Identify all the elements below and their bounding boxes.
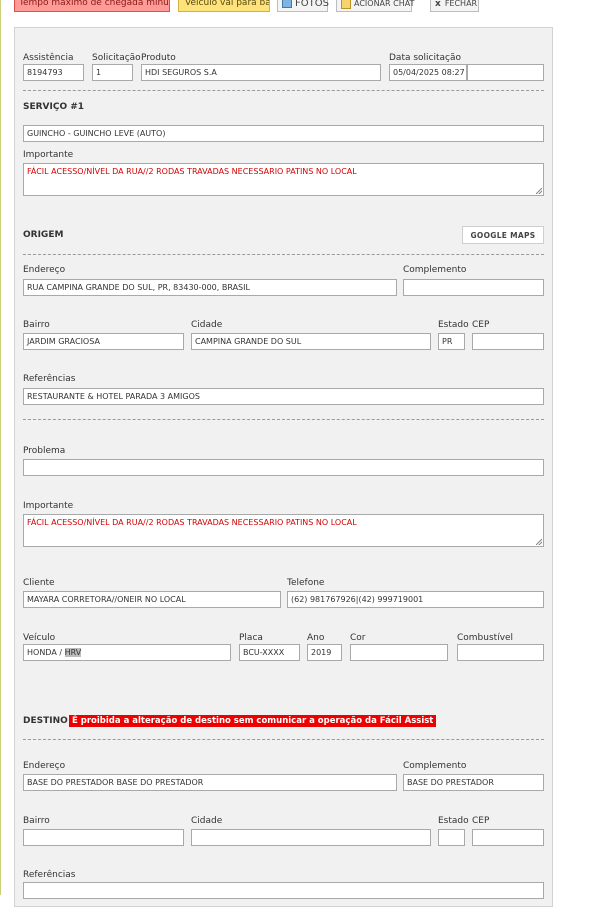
hora-field[interactable]	[467, 64, 544, 81]
problema-field[interactable]	[23, 459, 544, 476]
destino-cidade-label: Cidade	[191, 816, 223, 826]
acionar-chat-button[interactable]: ACIONAR CHAT	[336, 0, 415, 12]
destino-title: DESTINO	[23, 716, 68, 726]
destino-referencias-label: Referências	[23, 870, 76, 880]
origem-endereco-label: Endereço	[23, 265, 66, 275]
fechar-label: FECHAR	[444, 0, 478, 8]
assistencia-label: Assistência	[23, 53, 74, 63]
fotos-button[interactable]: FOTOS	[277, 0, 329, 12]
servico-importante-textarea[interactable]: FÁCIL ACESSO/NÍVEL DA RUA//2 RODAS TRAVA…	[23, 163, 544, 196]
assistencia-field[interactable]: 8194793	[23, 64, 84, 81]
cliente-field[interactable]: MAYARA CORRETORA//ONEIR NO LOCAL	[23, 591, 281, 608]
origem-complemento-field[interactable]	[403, 279, 544, 296]
telefone-label: Telefone	[287, 578, 325, 588]
destino-bairro-label: Bairro	[23, 816, 50, 826]
destino-complemento-field[interactable]: BASE DO PRESTADOR	[403, 774, 544, 791]
origem-cidade-label: Cidade	[191, 320, 223, 330]
data-solicitacao-field[interactable]: 05/04/2025 08:27	[389, 64, 467, 81]
origem-bairro-label: Bairro	[23, 320, 50, 330]
chat-icon	[341, 0, 351, 9]
origem-estado-field[interactable]: PR	[438, 333, 465, 350]
servico-importante-label: Importante	[23, 150, 74, 160]
importante-textarea[interactable]: FÁCIL ACESSO/NÍVEL DA RUA//2 RODAS TRAVA…	[23, 514, 544, 547]
destino-cidade-field[interactable]	[191, 829, 431, 846]
placa-field[interactable]: BCU-XXXX	[239, 644, 300, 661]
fotos-label: FOTOS	[295, 0, 329, 9]
combustivel-label: Combustível	[457, 633, 514, 643]
destino-cep-field[interactable]	[472, 829, 544, 846]
fechar-button[interactable]: x FECHAR	[430, 0, 479, 12]
destino-complemento-label: Complemento	[403, 761, 467, 771]
close-icon: x	[435, 0, 441, 9]
placa-label: Placa	[239, 633, 263, 643]
produto-label: Produto	[141, 53, 176, 63]
chat-label: ACIONAR CHAT	[354, 0, 415, 8]
origem-bairro-field[interactable]: JARDIM GRACIOSA	[23, 333, 184, 350]
origem-cidade-field[interactable]: CAMPINA GRANDE DO SUL	[191, 333, 431, 350]
destino-cep-label: CEP	[472, 816, 490, 826]
importante-label: Importante	[23, 501, 74, 511]
destino-estado-label: Estado	[438, 816, 469, 826]
destino-endereco-label: Endereço	[23, 761, 66, 771]
destino-estado-field[interactable]	[438, 829, 465, 846]
cor-field[interactable]	[350, 644, 448, 661]
produto-field[interactable]: HDI SEGUROS S.A	[141, 64, 381, 81]
veiculo-label: Veículo	[23, 633, 56, 643]
combustivel-field[interactable]	[457, 644, 544, 661]
data-solicitacao-label: Data solicitação	[389, 53, 462, 63]
cliente-label: Cliente	[23, 578, 55, 588]
origem-endereco-field[interactable]: RUA CAMPINA GRANDE DO SUL, PR, 83430-000…	[23, 279, 397, 296]
cor-label: Cor	[350, 633, 366, 643]
toolbar: Tempo máximo de chegada minuto(s) Veícul…	[0, 0, 592, 14]
destino-endereco-field[interactable]: BASE DO PRESTADOR BASE DO PRESTADOR	[23, 774, 397, 791]
divider	[23, 254, 544, 255]
tempo-chegada-button[interactable]: Tempo máximo de chegada minuto(s)	[14, 0, 170, 12]
telefone-field[interactable]: (62) 981767926|(42) 999719001	[287, 591, 544, 608]
origem-complemento-label: Complemento	[403, 265, 467, 275]
origem-referencias-label: Referências	[23, 374, 76, 384]
destino-referencias-field[interactable]	[23, 882, 544, 899]
origem-title: ORIGEM	[23, 230, 64, 240]
problema-label: Problema	[23, 446, 66, 456]
origem-estado-label: Estado	[438, 320, 469, 330]
veiculo-field[interactable]: HONDA / HRV	[23, 644, 231, 661]
left-border	[0, 0, 1, 895]
ano-field[interactable]: 2019	[307, 644, 342, 661]
origem-cep-label: CEP	[472, 320, 490, 330]
veiculo-base-button[interactable]: Veículo vai para base	[178, 0, 270, 12]
google-maps-button[interactable]: GOOGLE MAPS	[462, 226, 544, 244]
veiculo-marca: HONDA /	[27, 648, 65, 657]
veiculo-modelo-selected: HRV	[64, 648, 82, 657]
ano-label: Ano	[307, 633, 325, 643]
divider	[23, 419, 544, 420]
destino-warning: É proibida a alteração de destino sem co…	[69, 715, 437, 727]
divider	[23, 90, 544, 91]
origem-referencias-field[interactable]: RESTAURANTE & HOTEL PARADA 3 AMIGOS	[23, 388, 544, 405]
solicitacao-label: Solicitação	[92, 53, 141, 63]
destino-bairro-field[interactable]	[23, 829, 184, 846]
photo-icon	[282, 0, 292, 8]
servico-tipo-field[interactable]: GUINCHO - GUINCHO LEVE (AUTO)	[23, 125, 544, 142]
divider	[23, 739, 544, 740]
servico-title: SERVIÇO #1	[23, 102, 85, 112]
origem-cep-field[interactable]	[472, 333, 544, 350]
solicitacao-field[interactable]: 1	[92, 64, 133, 81]
